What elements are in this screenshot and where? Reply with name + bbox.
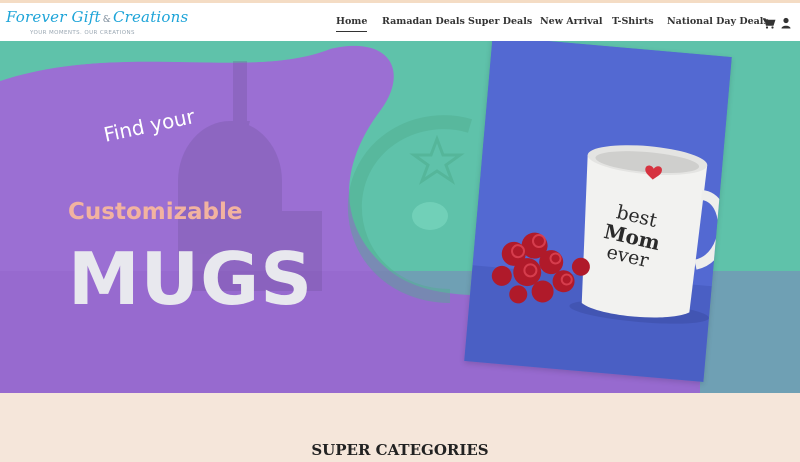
- cart-icon[interactable]: [762, 15, 776, 29]
- site-header: Forever Gift & Creations YOUR MOMENTS. OUR…: [0, 3, 800, 41]
- brand-logo[interactable]: Forever Gift & Creations YOUR MOMENTS. OUR…: [6, 8, 188, 38]
- mug-illustration: [464, 41, 732, 382]
- nav-national-day-deals[interactable]: National Day Deals: [667, 16, 769, 32]
- user-icon[interactable]: [779, 15, 793, 29]
- nav-super-deals[interactable]: Super Deals: [468, 16, 532, 32]
- logo-tagline: YOUR MOMENTS. OUR CREATIONS: [30, 30, 135, 36]
- hero-line-customizable: Customizable: [68, 199, 243, 225]
- logo-wordmark: Forever Gift & Creations: [6, 8, 189, 26]
- hero-line-mugs: MUGS: [68, 237, 314, 321]
- nav-home[interactable]: Home: [336, 16, 368, 32]
- section-title-super-categories: SUPER CATEGORIES: [311, 441, 489, 459]
- nav-t-shirts[interactable]: T-Shirts: [612, 16, 654, 32]
- nav-new-arrival[interactable]: New Arrival: [540, 16, 603, 32]
- hero-mug-photo: best Mom ever: [464, 41, 732, 382]
- nav-ramadan-deals[interactable]: Ramadan Deals: [382, 16, 465, 32]
- hero-banner[interactable]: Find your Customizable MUGS best Mom eve…: [0, 41, 800, 393]
